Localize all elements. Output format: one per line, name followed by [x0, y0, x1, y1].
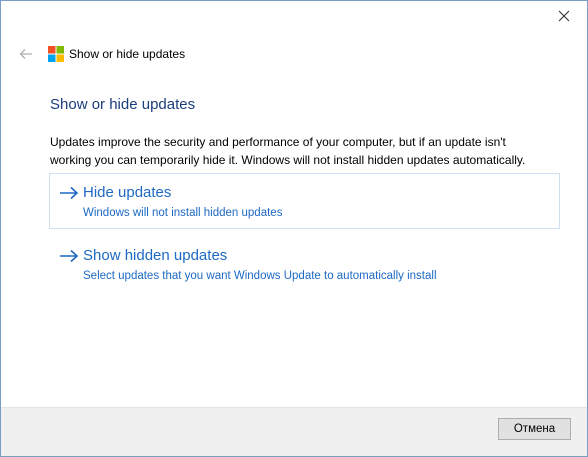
back-arrow-icon — [19, 49, 32, 59]
hide-updates-option[interactable]: Hide updates Windows will not install hi… — [49, 173, 560, 229]
cancel-button[interactable]: Отмена — [498, 418, 571, 440]
option-title: Hide updates — [83, 184, 172, 201]
arrow-right-icon — [60, 249, 79, 263]
option-title: Show hidden updates — [83, 247, 228, 264]
header: Show or hide updates — [1, 39, 587, 69]
back-button[interactable] — [15, 43, 37, 65]
description-text: Updates improve the security and perform… — [50, 135, 526, 167]
page-title: Show or hide updates — [50, 96, 196, 113]
arrow-right-icon — [60, 186, 79, 200]
show-hidden-updates-option[interactable]: Show hidden updates Select updates that … — [49, 236, 560, 292]
option-subtitle: Select updates that you want Windows Upd… — [83, 270, 437, 282]
close-button[interactable] — [541, 1, 587, 31]
window-title: Show or hide updates — [69, 47, 186, 61]
dialog-window: Show or hide updates Show or hide update… — [0, 0, 588, 457]
windows-logo-icon — [48, 46, 64, 62]
footer: Отмена — [1, 407, 587, 456]
close-icon — [558, 10, 570, 22]
option-subtitle: Windows will not install hidden updates — [83, 207, 283, 219]
